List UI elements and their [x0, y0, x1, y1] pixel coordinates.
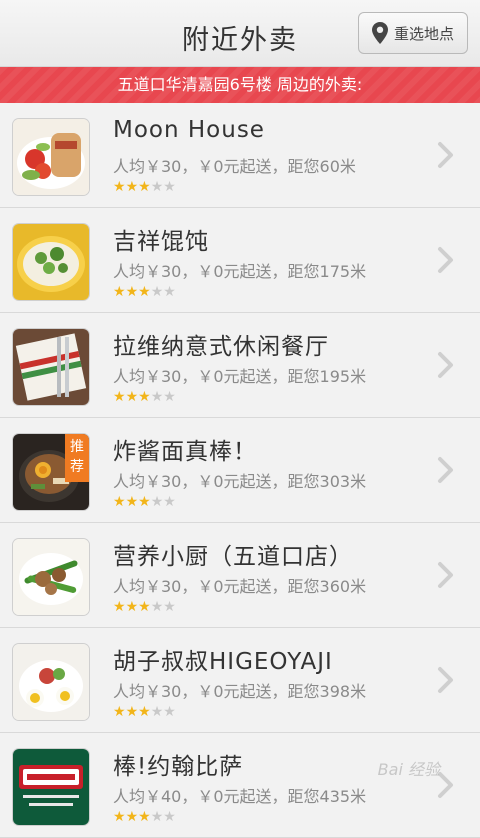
location-banner: 五道口华清嘉园6号楼 周边的外卖: [0, 67, 480, 103]
star-filled-icon: ★ [125, 179, 139, 195]
star-filled-icon: ★ [125, 389, 139, 405]
star-filled-icon: ★ [138, 494, 151, 510]
restaurant-thumbnail [13, 749, 89, 825]
restaurant-thumbnail [13, 224, 89, 300]
star-empty-icon: ★ [163, 809, 176, 825]
star-filled-icon: ★ [113, 284, 126, 300]
star-filled-icon: ★ [125, 494, 139, 510]
restaurant-item[interactable]: 营养小厨（五道口店） 人均￥30，￥0元起送，距您360米 ★★★★★ [0, 523, 480, 628]
restaurant-thumbnail [13, 119, 89, 195]
restaurant-info: 人均￥30，￥0元起送，距您60米 [113, 157, 356, 176]
restaurant-name: 胡子叔叔HIGEOYAJI [113, 649, 333, 675]
star-filled-icon: ★ [138, 179, 151, 195]
restaurant-info: 人均￥30，￥0元起送，距您195米 [113, 367, 367, 386]
star-empty-icon: ★ [150, 494, 164, 510]
restaurant-thumbnail [13, 329, 89, 405]
restaurant-name: 吉祥馄饨 [113, 229, 209, 255]
rating-stars: ★★★★★ [113, 389, 176, 405]
star-filled-icon: ★ [138, 809, 151, 825]
restaurant-item[interactable]: Moon House 人均￥30，￥0元起送，距您60米 ★★★★★ [0, 103, 480, 208]
star-filled-icon: ★ [125, 284, 139, 300]
restaurant-name: 棒!约翰比萨 [113, 754, 244, 780]
restaurant-item[interactable]: 胡子叔叔HIGEOYAJI 人均￥30，￥0元起送，距您398米 ★★★★★ [0, 628, 480, 733]
rating-stars: ★★★★★ [113, 599, 176, 615]
chevron-right-icon [438, 457, 453, 483]
restaurant-thumbnail [13, 644, 89, 720]
restaurant-item[interactable]: 推荐 炸酱面真棒！ 人均￥30，￥0元起送，距您303米 ★★★★★ [0, 418, 480, 523]
star-filled-icon: ★ [138, 704, 151, 720]
rating-stars: ★★★★★ [113, 704, 176, 720]
star-filled-icon: ★ [125, 809, 139, 825]
restaurant-name: 炸酱面真棒！ [113, 439, 257, 465]
star-empty-icon: ★ [163, 494, 176, 510]
star-filled-icon: ★ [113, 494, 126, 510]
restaurant-item[interactable]: 拉维纳意式休闲餐厅 人均￥30，￥0元起送，距您195米 ★★★★★ [0, 313, 480, 418]
restaurant-info: 人均￥30，￥0元起送，距您175米 [113, 262, 367, 281]
star-empty-icon: ★ [150, 599, 164, 615]
restaurant-info: 人均￥40，￥0元起送，距您435米 [113, 787, 367, 806]
location-pin-icon [371, 22, 388, 44]
star-empty-icon: ★ [163, 599, 176, 615]
star-filled-icon: ★ [138, 599, 151, 615]
rating-stars: ★★★★★ [113, 284, 176, 300]
star-filled-icon: ★ [113, 599, 126, 615]
star-filled-icon: ★ [113, 809, 126, 825]
restaurant-info: 人均￥30，￥0元起送，距您398米 [113, 682, 367, 701]
restaurant-thumbnail [13, 539, 89, 615]
restaurant-list: Moon House 人均￥30，￥0元起送，距您60米 ★★★★★ 吉祥馄饨 … [0, 103, 480, 838]
watermark-logo: Bai 经验 [377, 760, 440, 779]
rating-stars: ★★★★★ [113, 179, 176, 195]
restaurant-info: 人均￥30，￥0元起送，距您303米 [113, 472, 367, 491]
star-filled-icon: ★ [113, 389, 126, 405]
relocate-button[interactable]: 重选地点 [358, 12, 468, 54]
star-filled-icon: ★ [113, 179, 126, 195]
star-empty-icon: ★ [150, 179, 164, 195]
chevron-right-icon [438, 352, 453, 378]
chevron-right-icon [438, 667, 453, 693]
star-filled-icon: ★ [113, 704, 126, 720]
star-empty-icon: ★ [150, 389, 164, 405]
top-bar: 附近外卖 重选地点 [0, 0, 480, 67]
star-empty-icon: ★ [150, 809, 164, 825]
restaurant-name: Moon House [113, 117, 265, 143]
star-empty-icon: ★ [163, 704, 176, 720]
restaurant-info: 人均￥30，￥0元起送，距您360米 [113, 577, 367, 596]
chevron-right-icon [438, 562, 453, 588]
star-filled-icon: ★ [125, 599, 139, 615]
rating-stars: ★★★★★ [113, 494, 176, 510]
star-empty-icon: ★ [163, 389, 176, 405]
chevron-right-icon [438, 142, 453, 168]
star-empty-icon: ★ [150, 284, 164, 300]
star-empty-icon: ★ [163, 179, 176, 195]
relocate-label: 重选地点 [393, 24, 454, 43]
restaurant-name: 营养小厨（五道口店） [113, 544, 353, 570]
rating-stars: ★★★★★ [113, 809, 176, 825]
star-empty-icon: ★ [163, 284, 176, 300]
star-filled-icon: ★ [138, 284, 151, 300]
chevron-right-icon [438, 247, 453, 273]
restaurant-item[interactable]: 棒!约翰比萨 人均￥40，￥0元起送，距您435米 ★★★★★ [0, 733, 480, 838]
star-empty-icon: ★ [150, 704, 164, 720]
star-filled-icon: ★ [125, 704, 139, 720]
star-filled-icon: ★ [138, 389, 151, 405]
recommend-tag: 推荐 [65, 434, 89, 482]
restaurant-item[interactable]: 吉祥馄饨 人均￥30，￥0元起送，距您175米 ★★★★★ [0, 208, 480, 313]
restaurant-name: 拉维纳意式休闲餐厅 [113, 334, 329, 360]
restaurant-thumbnail: 推荐 [13, 434, 89, 510]
